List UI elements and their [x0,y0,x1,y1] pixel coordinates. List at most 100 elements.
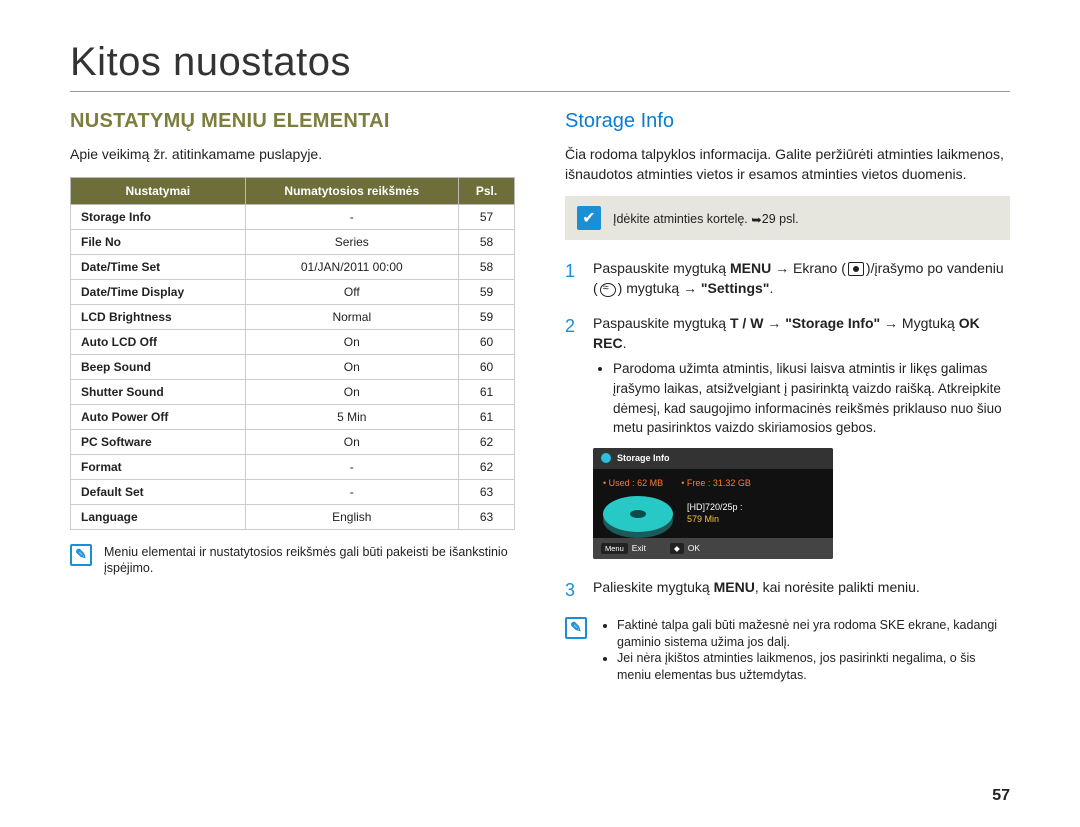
panel-used: • Used : 62 MB [603,477,663,490]
cell-value: Off [245,279,458,304]
left-note: ✎ Meniu elementai ir nustatytosios reikš… [70,544,515,578]
cell-name: Auto Power Off [71,404,246,429]
storage-info-heading: Storage Info [565,110,1010,133]
bottom-note-1: Faktinė talpa gali būti mažesnė nei yra … [617,617,1010,651]
cell-name: Default Set [71,479,246,504]
table-row: Auto Power Off5 Min61 [71,404,515,429]
cell-page: 57 [459,204,515,229]
cell-page: 63 [459,504,515,529]
t: Paspauskite mygtuką [593,260,730,276]
cell-value: 5 Min [245,404,458,429]
table-row: Date/Time Set01/JAN/2011 00:0058 [71,254,515,279]
t: Palieskite mygtuką [593,579,714,595]
t: → Mygtuką [880,315,959,331]
step-2-bullet: Parodoma užimta atmintis, likusi laisva … [613,359,1010,437]
cell-name: Auto LCD Off [71,329,246,354]
left-note-text: Meniu elementai ir nustatytosios reikšmė… [104,544,515,578]
cell-value: On [245,354,458,379]
cell-value: - [245,204,458,229]
table-row: PC SoftwareOn62 [71,429,515,454]
t: Paspauskite mygtuką [593,315,730,331]
cell-name: Language [71,504,246,529]
step-number: 2 [565,313,579,563]
cell-name: Beep Sound [71,354,246,379]
cell-page: 62 [459,454,515,479]
display-icon [848,262,864,276]
bottom-note-2: Jei nėra įkištos atminties laikmenos, jo… [617,650,1010,684]
step-1: 1 Paspauskite mygtuką MENU → Ekrano ()/į… [565,258,1010,299]
table-row: File NoSeries58 [71,229,515,254]
cell-page: 61 [459,404,515,429]
table-row: Storage Info-57 [71,204,515,229]
panel-menu-btn: Menu [601,543,628,554]
panel-minutes: 579 Min [687,514,743,526]
cell-page: 63 [459,479,515,504]
table-row: LanguageEnglish63 [71,504,515,529]
cell-value: English [245,504,458,529]
cell-name: File No [71,229,246,254]
t: → Ekrano ( [771,260,846,276]
storage-intro: Čia rodoma talpyklos informacija. Galite… [565,145,1010,184]
cell-name: Format [71,454,246,479]
cell-page: 58 [459,254,515,279]
page-number: 57 [992,787,1010,805]
cell-name: Date/Time Set [71,254,246,279]
cell-value: Normal [245,304,458,329]
disk-icon [603,496,673,532]
panel-ok: OK [688,543,700,553]
table-row: Auto LCD OffOn60 [71,329,515,354]
cell-name: Date/Time Display [71,279,246,304]
table-row: Shutter SoundOn61 [71,379,515,404]
step-number: 3 [565,577,579,603]
cell-name: Shutter Sound [71,379,246,404]
panel-free: • Free : 31.32 GB [681,477,751,490]
th-page: Psl. [459,177,515,204]
step-3: 3 Palieskite mygtuką MENU, kai norėsite … [565,577,1010,603]
underwater-icon [600,283,616,297]
panel-ok-btn-icon: ◆ [670,543,684,554]
cell-page: 62 [459,429,515,454]
t: "Storage Info" [785,315,880,331]
cell-name: LCD Brightness [71,304,246,329]
t: T / W [730,315,763,331]
t: , kai norėsite palikti meniu. [755,579,920,595]
cell-value: On [245,379,458,404]
cell-value: On [245,429,458,454]
cell-value: On [245,329,458,354]
cell-page: 60 [459,354,515,379]
step-2: 2 Paspauskite mygtuką T / W → "Storage I… [565,313,1010,563]
table-row: LCD BrightnessNormal59 [71,304,515,329]
panel-icon [601,453,611,463]
note-icon: ✎ [70,544,92,566]
th-value: Numatytosios reikšmės [245,177,458,204]
right-column: Storage Info Čia rodoma talpyklos inform… [565,110,1010,684]
cell-value: - [245,479,458,504]
page-title: Kitos nuostatos [70,40,1010,92]
cell-value: 01/JAN/2011 00:00 [245,254,458,279]
cell-page: 59 [459,279,515,304]
t: "Settings" [701,280,770,296]
panel-resolution: [HD]720/25p : [687,502,743,514]
cell-name: PC Software [71,429,246,454]
insert-card-page: 29 psl. [762,212,799,226]
bottom-notes: ✎ Faktinė talpa gali būti mažesnė nei yr… [565,617,1010,685]
table-row: Date/Time DisplayOff59 [71,279,515,304]
steps-list: 1 Paspauskite mygtuką MENU → Ekrano ()/į… [565,258,1010,603]
panel-title: Storage Info [617,452,670,465]
cell-value: Series [245,229,458,254]
insert-card-text: Įdėkite atminties kortelę. [613,212,748,226]
cell-page: 59 [459,304,515,329]
check-icon: ✔ [577,206,601,230]
t: MENU [730,260,771,276]
cell-name: Storage Info [71,204,246,229]
storage-info-panel: Storage Info • Used : 62 MB • Free : 31.… [593,448,833,559]
t: MENU [714,579,755,595]
t: . [769,280,773,296]
settings-intro: Apie veikimą žr. atitinkamame puslapyje. [70,145,515,165]
page-ref-arrow-icon: ➥ [751,212,761,227]
table-row: Format-62 [71,454,515,479]
panel-exit: Exit [632,543,646,553]
table-row: Beep SoundOn60 [71,354,515,379]
table-row: Default Set-63 [71,479,515,504]
step-number: 1 [565,258,579,299]
